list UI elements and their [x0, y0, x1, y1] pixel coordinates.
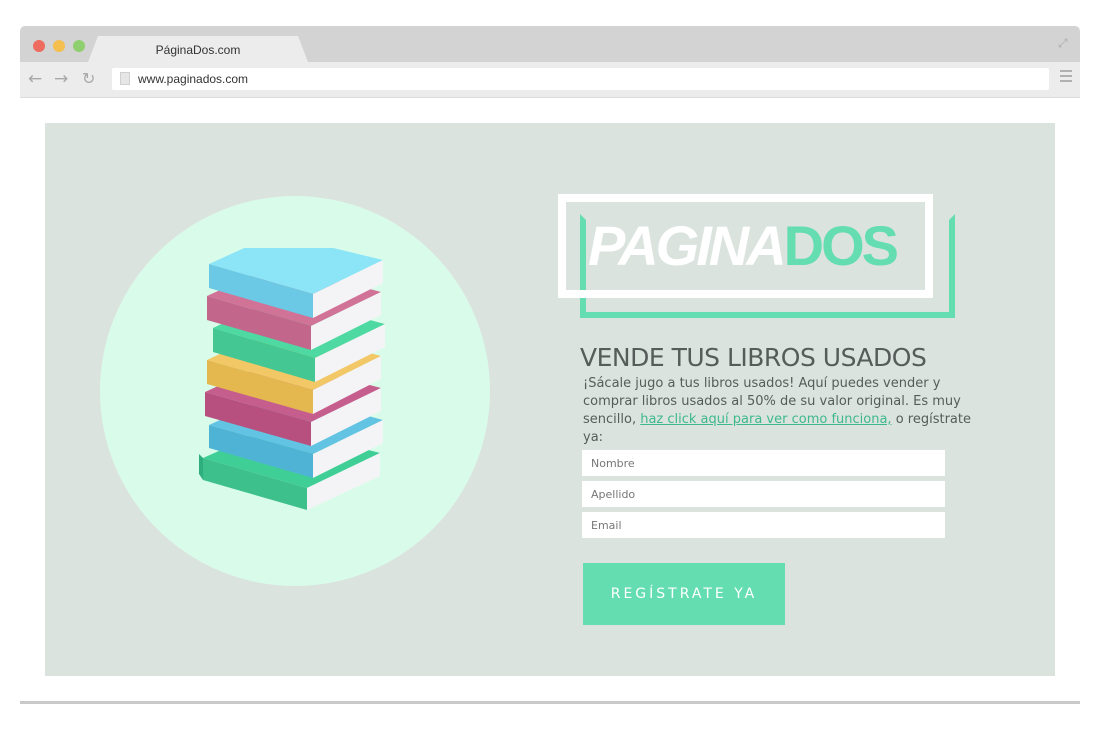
page-headline: VENDE TUS LIBROS USADOS — [580, 343, 927, 372]
logo-text-dos: DOS — [783, 214, 899, 277]
maximize-window-button[interactable] — [73, 40, 85, 52]
address-bar[interactable]: www.paginados.com — [112, 68, 1049, 90]
menu-icon[interactable] — [1060, 70, 1072, 85]
back-arrow-icon[interactable]: ← — [28, 70, 42, 88]
bottom-divider — [20, 701, 1080, 704]
register-button[interactable]: REGÍSTRATE YA — [583, 563, 785, 625]
hero-section: PAGINADOS VENDE TUS LIBROS USADOS ¡Sácal… — [45, 123, 1055, 676]
logo-text-pagina: PAGINA — [588, 214, 787, 277]
browser-window: PáginaDos.com ⤢ ← → ↻ www.paginados.com — [20, 26, 1080, 98]
minimize-window-button[interactable] — [53, 40, 65, 52]
logo-wordmark: PAGINADOS — [588, 214, 899, 278]
hero-description: ¡Sácale jugo a tus libros usados! Aquí p… — [583, 375, 983, 447]
forward-arrow-icon[interactable]: → — [54, 70, 68, 88]
how-it-works-link[interactable]: haz click aquí para ver como funciona, — [640, 412, 891, 427]
close-window-button[interactable] — [33, 40, 45, 52]
book-stack-illustration — [199, 248, 385, 510]
title-bar: PáginaDos.com ⤢ — [20, 26, 1080, 62]
browser-toolbar: ← → ↻ www.paginados.com — [20, 62, 1080, 98]
reload-icon[interactable]: ↻ — [82, 70, 95, 88]
nombre-input[interactable] — [582, 450, 945, 476]
tab-title: PáginaDos.com — [155, 43, 241, 57]
url-text: www.paginados.com — [138, 72, 249, 86]
paginados-logo: PAGINADOS — [558, 194, 958, 324]
apellido-input[interactable] — [582, 481, 945, 507]
page-icon — [120, 72, 130, 85]
expand-icon[interactable]: ⤢ — [1058, 36, 1072, 50]
email-input[interactable] — [582, 512, 945, 538]
browser-tab[interactable]: PáginaDos.com — [88, 36, 308, 62]
